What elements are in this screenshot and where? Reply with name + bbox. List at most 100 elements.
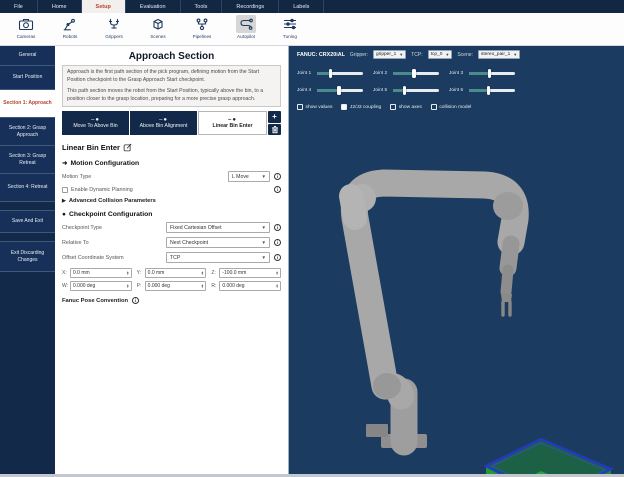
- stepper-icon[interactable]: ▴▾: [202, 284, 204, 289]
- sidebar-item-start-position[interactable]: Start Position: [0, 66, 55, 90]
- menu-tab-home[interactable]: Home: [38, 0, 82, 13]
- checkpoint-tabs: –● Move To Above Bin –● Above Bin Alignm…: [62, 111, 281, 135]
- waypoint-icon: –●: [91, 118, 100, 122]
- slider-handle[interactable]: [487, 86, 490, 95]
- robot-icon: [60, 15, 80, 33]
- j2-j3-coupling-checkbox[interactable]: J2/J3 coupling: [341, 104, 381, 110]
- slider-handle[interactable]: [337, 86, 340, 95]
- slider-handle[interactable]: [403, 86, 406, 95]
- motion-type-label: Motion Type: [62, 174, 228, 180]
- checkpoint-type-select[interactable]: Fixed Cartesian Offset ▼: [166, 222, 270, 233]
- offset-x-input[interactable]: 0.0 mm ▴▾: [70, 268, 132, 278]
- robot-3d-viewport[interactable]: [289, 116, 624, 477]
- tab-linear-bin-enter[interactable]: –● Linear Bin Enter: [198, 111, 267, 135]
- gripper-select[interactable]: gripper_1 ▼: [373, 50, 406, 59]
- description-paragraph-2: This path section moves the robot from t…: [67, 88, 276, 103]
- tcp-select[interactable]: tcp_0 ▼: [428, 50, 453, 59]
- edit-icon[interactable]: [123, 143, 132, 152]
- offset-coordinate-system-select[interactable]: TCP ▼: [166, 252, 270, 263]
- sidebar-item-general[interactable]: General: [0, 46, 55, 66]
- stepper-icon[interactable]: ▴▾: [276, 284, 278, 289]
- waypoint-icon: –●: [159, 118, 168, 122]
- sidebar-divider: [0, 202, 55, 211]
- chevron-down-icon: ▼: [262, 255, 266, 260]
- offset-z-input[interactable]: -100.0 mm ▴▾: [219, 268, 281, 278]
- stepper-icon[interactable]: ▴▾: [276, 271, 278, 276]
- collision-model-checkbox[interactable]: collision model: [431, 104, 472, 110]
- sidebar-item-section1-approach[interactable]: Section 1: Approach: [0, 90, 55, 118]
- offset-p: P: 0.000 deg ▴▾: [137, 281, 207, 291]
- joint-6-slider[interactable]: Joint 6: [449, 82, 525, 99]
- menu-tab-file[interactable]: File: [0, 0, 38, 13]
- toolbar-robots[interactable]: Robots: [50, 15, 90, 45]
- offset-y-input[interactable]: 0.0 mm ▴▾: [145, 268, 207, 278]
- chevron-right-icon: ▶: [62, 198, 66, 204]
- toolbar-cameras[interactable]: Cameras: [6, 15, 46, 45]
- sidebar-item-save-and-exit[interactable]: Save And Exit: [0, 211, 55, 233]
- toolbar-grippers[interactable]: Grippers: [94, 15, 134, 45]
- add-checkpoint-button[interactable]: +: [268, 111, 281, 123]
- info-icon[interactable]: i: [274, 239, 281, 246]
- sidebar-item-section3-grasp-retreat[interactable]: Section 3: Grasp Retreat: [0, 146, 55, 174]
- robot-model-label: FANUC: CRX20iAL: [297, 52, 345, 58]
- relative-to-label: Relative To: [62, 240, 166, 246]
- slider-handle[interactable]: [329, 69, 332, 78]
- info-icon[interactable]: i: [274, 173, 281, 180]
- sidebar-item-section2-grasp-approach[interactable]: Section 2: Grasp Approach: [0, 118, 55, 146]
- menu-tab-recordings[interactable]: Recordings: [222, 0, 279, 13]
- info-icon[interactable]: i: [274, 254, 281, 261]
- menu-tab-labels[interactable]: Labels: [279, 0, 324, 13]
- sidebar-divider: [0, 233, 55, 242]
- motion-type-select[interactable]: L Move ▼: [228, 171, 270, 182]
- relative-to-select[interactable]: Next Checkpoint ▼: [166, 237, 270, 248]
- delete-checkpoint-button[interactable]: [268, 124, 281, 136]
- offset-p-input[interactable]: 0.000 deg ▴▾: [145, 281, 207, 291]
- show-axes-checkbox[interactable]: show axes: [390, 104, 422, 110]
- info-icon[interactable]: i: [274, 224, 281, 231]
- chevron-down-icon: ▼: [399, 52, 403, 57]
- info-icon[interactable]: i: [132, 297, 139, 304]
- arrow-right-icon: ➜: [62, 159, 67, 167]
- waypoint-icon: –●: [228, 118, 237, 122]
- cube-icon: [148, 15, 168, 33]
- chevron-down-icon: ▼: [262, 225, 266, 230]
- joint-5-slider[interactable]: Joint 5: [373, 82, 449, 99]
- slider-handle[interactable]: [488, 69, 491, 78]
- tab-move-to-above-bin[interactable]: –● Move To Above Bin: [62, 111, 129, 135]
- toolbar-scenes[interactable]: Scenes: [138, 15, 178, 45]
- stepper-icon[interactable]: ▴▾: [127, 271, 129, 276]
- sidebar-item-section4-retreat[interactable]: Section 4: Retreat: [0, 174, 55, 202]
- joint-2-slider[interactable]: Joint 2: [373, 65, 449, 82]
- joint-1-slider[interactable]: Joint 1: [297, 65, 373, 82]
- sidebar-item-exit-discarding-changes[interactable]: Exit Discarding Changes: [0, 242, 55, 272]
- offset-w-input[interactable]: 0.000 deg ▴▾: [70, 281, 132, 291]
- motion-configuration-header[interactable]: ➜ Motion Configuration: [62, 159, 281, 167]
- show-values-checkbox[interactable]: show values: [297, 104, 332, 110]
- slider-handle[interactable]: [412, 69, 415, 78]
- toolbar-tuning[interactable]: Tuning: [270, 15, 310, 45]
- offset-r-input[interactable]: 0.000 deg ▴▾: [219, 281, 281, 291]
- scene-select[interactable]: stereo_pair_1 ▼: [478, 50, 520, 59]
- tab-above-bin-alignment[interactable]: –● Above Bin Alignment: [130, 111, 197, 135]
- offset-z: Z: -100.0 mm ▴▾: [211, 268, 281, 278]
- dynamic-planning-checkbox[interactable]: [62, 187, 68, 193]
- section-sidebar: General Start Position Section 1: Approa…: [0, 46, 55, 477]
- offset-coordinate-system-label: Offset Coordinate System: [62, 255, 166, 261]
- offset-y: Y: 0.0 mm ▴▾: [137, 268, 207, 278]
- approach-section-panel: Approach Section Approach is the first p…: [55, 46, 289, 477]
- menu-tab-evaluation[interactable]: Evaluation: [126, 0, 181, 13]
- toolbar-autopilot[interactable]: Autopilot: [226, 15, 266, 45]
- checkpoint-configuration-header[interactable]: ● Checkpoint Configuration: [62, 211, 281, 218]
- page-title: Approach Section: [62, 51, 281, 62]
- joint-3-slider[interactable]: Joint 3: [449, 65, 525, 82]
- menu-tab-tools[interactable]: Tools: [181, 0, 223, 13]
- info-icon[interactable]: i: [274, 186, 281, 193]
- viewport-options: show values J2/J3 coupling show axes col…: [289, 99, 624, 110]
- joint-4-slider[interactable]: Joint 4: [297, 82, 373, 99]
- menu-tab-setup[interactable]: Setup: [82, 0, 126, 13]
- toolbar-pipelines[interactable]: Pipelines: [182, 15, 222, 45]
- stepper-icon[interactable]: ▴▾: [127, 284, 129, 289]
- menu-bar: File Home Setup Evaluation Tools Recordi…: [0, 0, 624, 13]
- advanced-collision-parameters[interactable]: ▶ Advanced Collision Parameters: [62, 198, 281, 204]
- stepper-icon[interactable]: ▴▾: [202, 271, 204, 276]
